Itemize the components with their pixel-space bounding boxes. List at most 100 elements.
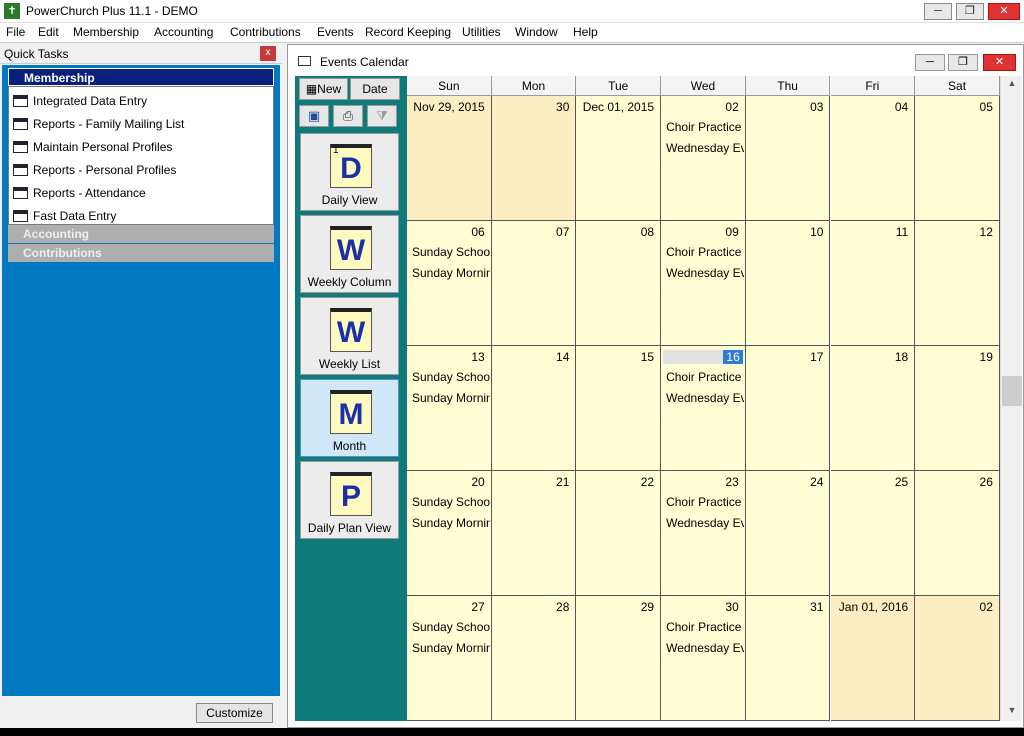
day-cell[interactable]: 02	[915, 596, 1000, 721]
day-cell[interactable]: 29	[576, 596, 662, 721]
day-cell[interactable]: 14	[491, 346, 577, 471]
day-cell[interactable]: 20 Sunday School Sunday Morning	[407, 471, 492, 596]
day-cell[interactable]: 28	[491, 596, 577, 721]
day-cell[interactable]: Nov 29, 2015	[407, 96, 492, 221]
scroll-down-icon[interactable]: ▼	[1001, 705, 1023, 719]
day-number: 09	[725, 225, 739, 239]
menu-accounting[interactable]: Accounting	[154, 25, 213, 39]
customize-button[interactable]: Customize	[196, 703, 273, 723]
menu-edit[interactable]: Edit	[38, 25, 59, 39]
event-item[interactable]: Wednesday Evening	[666, 266, 744, 280]
event-item[interactable]: Wednesday Evening	[666, 516, 744, 530]
save-icon[interactable]: ▣	[299, 105, 329, 127]
event-item[interactable]: Sunday School	[412, 370, 490, 384]
day-cell[interactable]: 31	[745, 596, 831, 721]
task-family-mailing-list[interactable]: Reports - Family Mailing List	[13, 113, 184, 135]
scroll-thumb[interactable]	[1002, 376, 1022, 406]
day-cell[interactable]: 21	[491, 471, 577, 596]
event-item[interactable]: Choir Practice	[666, 620, 744, 634]
day-cell[interactable]: 30	[491, 96, 577, 221]
new-event-button[interactable]: ▦New	[299, 78, 348, 100]
menu-contributions[interactable]: Contributions	[230, 25, 301, 39]
task-fast-data-entry[interactable]: Fast Data Entry	[13, 205, 116, 227]
event-item[interactable]: Sunday Morning	[412, 516, 490, 530]
event-item[interactable]: Wednesday Evening	[666, 141, 744, 155]
restore-button[interactable]: ❐	[956, 3, 984, 20]
window-icon	[13, 141, 28, 153]
view-weekly-list[interactable]: W Weekly List	[300, 297, 399, 375]
scroll-up-icon[interactable]: ▲	[1001, 78, 1023, 92]
menu-file[interactable]: File	[6, 25, 25, 39]
minimize-button[interactable]: ─	[924, 3, 952, 20]
event-item[interactable]: Wednesday Evening	[666, 641, 744, 655]
menu-bar: File Edit Membership Accounting Contribu…	[0, 23, 1024, 43]
filter-icon[interactable]: ⧩	[367, 105, 397, 127]
day-cell[interactable]: 22	[576, 471, 662, 596]
ev-minimize-button[interactable]: ─	[915, 54, 945, 71]
group-contributions[interactable]: Contributions	[8, 244, 274, 262]
ev-restore-button[interactable]: ❐	[948, 54, 978, 71]
view-weekly-column[interactable]: W Weekly Column	[300, 215, 399, 293]
day-cell[interactable]: 11	[830, 221, 916, 346]
day-cell[interactable]: 23 Choir Practice Wednesday Evening	[661, 471, 746, 596]
day-cell[interactable]: 17	[745, 346, 831, 471]
day-cell[interactable]: 27 Sunday School Sunday Morning	[407, 596, 492, 721]
day-cell[interactable]: 19	[915, 346, 1000, 471]
calendar-scrollbar[interactable]: ▲ ▼	[1000, 76, 1022, 721]
event-item[interactable]: Sunday Morning	[412, 641, 490, 655]
day-cell[interactable]: 15	[576, 346, 662, 471]
group-accounting[interactable]: Accounting	[8, 225, 274, 243]
day-cell[interactable]: 08	[576, 221, 662, 346]
close-button[interactable]: ✕	[988, 3, 1020, 20]
day-cell[interactable]: 03	[745, 96, 831, 221]
day-cell[interactable]: 05	[915, 96, 1000, 221]
view-month[interactable]: M Month	[300, 379, 399, 457]
day-cell[interactable]: 02 Choir Practice Wednesday Evening	[661, 96, 746, 221]
event-item[interactable]: Sunday School	[412, 245, 490, 259]
view-daily[interactable]: 1D Daily View	[300, 133, 399, 211]
event-item[interactable]: Choir Practice	[666, 245, 744, 259]
day-cell[interactable]: 16 Choir Practice Wednesday Evening	[661, 346, 746, 471]
quick-tasks-close-icon[interactable]: x	[260, 46, 276, 61]
day-number: 02	[725, 100, 739, 114]
task-reports-attendance[interactable]: Reports - Attendance	[13, 182, 146, 204]
menu-record-keeping[interactable]: Record Keeping	[365, 25, 451, 39]
day-cell[interactable]: 26	[915, 471, 1000, 596]
group-membership[interactable]: Membership	[8, 68, 274, 86]
day-cell[interactable]: 06 Sunday School Sunday Morning	[407, 221, 492, 346]
day-cell[interactable]: 25	[830, 471, 916, 596]
day-cell[interactable]: 07	[491, 221, 577, 346]
task-integrated-data-entry[interactable]: Integrated Data Entry	[13, 90, 147, 112]
day-cell[interactable]: 13 Sunday School Sunday Morning	[407, 346, 492, 471]
day-cell[interactable]: 18	[830, 346, 916, 471]
menu-window[interactable]: Window	[515, 25, 558, 39]
menu-help[interactable]: Help	[573, 25, 598, 39]
day-cell[interactable]: 09 Choir Practice Wednesday Evening	[661, 221, 746, 346]
event-item[interactable]: Choir Practice	[666, 120, 744, 134]
menu-utilities[interactable]: Utilities	[462, 25, 501, 39]
event-item[interactable]: Sunday School	[412, 495, 490, 509]
date-button[interactable]: Date	[350, 78, 400, 100]
task-maintain-personal-profiles[interactable]: Maintain Personal Profiles	[13, 136, 172, 158]
day-cell[interactable]: 10	[745, 221, 831, 346]
day-cell[interactable]: 30 Choir Practice Wednesday Evening	[661, 596, 746, 721]
day-cell[interactable]: Dec 01, 2015	[576, 96, 662, 221]
event-item[interactable]: Choir Practice	[666, 495, 744, 509]
task-reports-personal-profiles[interactable]: Reports - Personal Profiles	[13, 159, 176, 181]
membership-task-list: Integrated Data Entry Reports - Family M…	[8, 86, 274, 225]
day-cell[interactable]: 24	[745, 471, 831, 596]
window-icon	[13, 164, 28, 176]
event-item[interactable]: Sunday Morning	[412, 391, 490, 405]
day-cell[interactable]: 12	[915, 221, 1000, 346]
event-item[interactable]: Sunday School	[412, 620, 490, 634]
event-item[interactable]: Choir Practice	[666, 370, 744, 384]
print-icon[interactable]: ⎙	[333, 105, 363, 127]
ev-close-button[interactable]: ✕	[983, 54, 1016, 71]
day-cell[interactable]: 04	[830, 96, 916, 221]
view-daily-plan[interactable]: P Daily Plan View	[300, 461, 399, 539]
event-item[interactable]: Wednesday Evening	[666, 391, 744, 405]
menu-membership[interactable]: Membership	[73, 25, 139, 39]
day-cell[interactable]: Jan 01, 2016	[830, 596, 916, 721]
menu-events[interactable]: Events	[317, 25, 354, 39]
event-item[interactable]: Sunday Morning	[412, 266, 490, 280]
